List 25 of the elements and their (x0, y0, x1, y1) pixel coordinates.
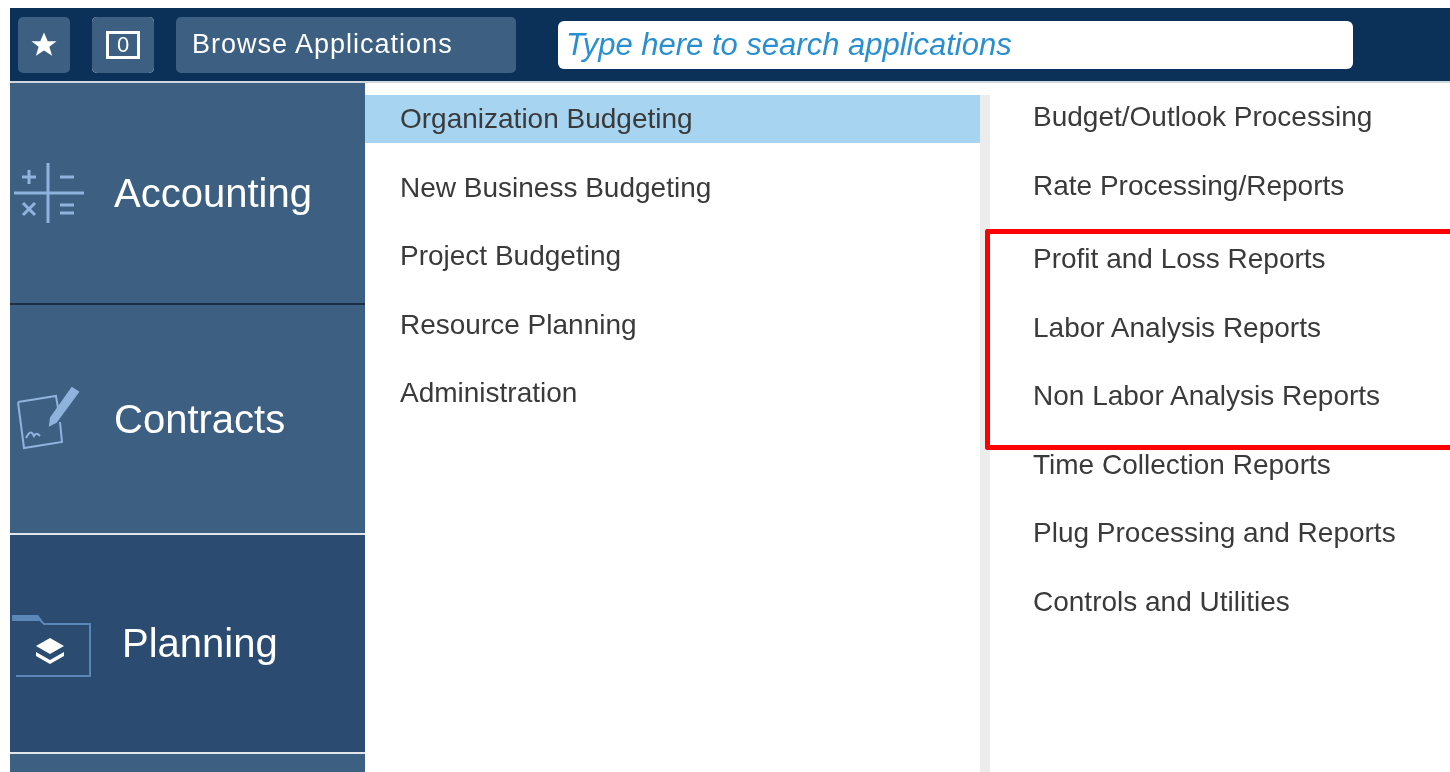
category-tile[interactable] (10, 754, 365, 772)
favorites-button[interactable] (18, 16, 70, 73)
application-link[interactable]: Rate Processing/Reports (990, 165, 1450, 234)
application-link[interactable]: Controls and Utilities (990, 581, 1450, 650)
category-tile[interactable]: Accounting (10, 83, 365, 305)
application-link[interactable]: Non Labor Analysis Reports (990, 376, 1450, 445)
search-field[interactable]: Type here to search applications (558, 20, 1353, 69)
application-link[interactable]: Profit and Loss Reports (990, 239, 1450, 308)
category-tile[interactable]: Planning (10, 535, 365, 754)
menu-item[interactable]: Resource Planning (365, 300, 980, 349)
category-label: Planning (122, 621, 278, 666)
application-link[interactable]: Time Collection Reports (990, 444, 1450, 513)
menu-item[interactable]: Organization Budgeting (365, 95, 980, 143)
category-label: Accounting (114, 170, 312, 216)
menu-item[interactable]: Project Budgeting (365, 232, 980, 280)
application-link[interactable]: Budget/Outlook Processing (990, 97, 1450, 166)
application-link[interactable]: Plug Processing and Reports (990, 513, 1450, 582)
math-symbols-icon (12, 161, 84, 225)
menu-item[interactable]: New Business Budgeting (365, 163, 980, 212)
menu-item[interactable]: Administration (365, 369, 980, 417)
category-tile[interactable]: Contracts (10, 305, 365, 535)
counter-button[interactable]: 0 (92, 16, 154, 73)
application-link[interactable]: Labor Analysis Reports (990, 307, 1450, 376)
browse-button[interactable]: Browse Applications (176, 16, 516, 73)
category-label: Contracts (114, 396, 286, 442)
